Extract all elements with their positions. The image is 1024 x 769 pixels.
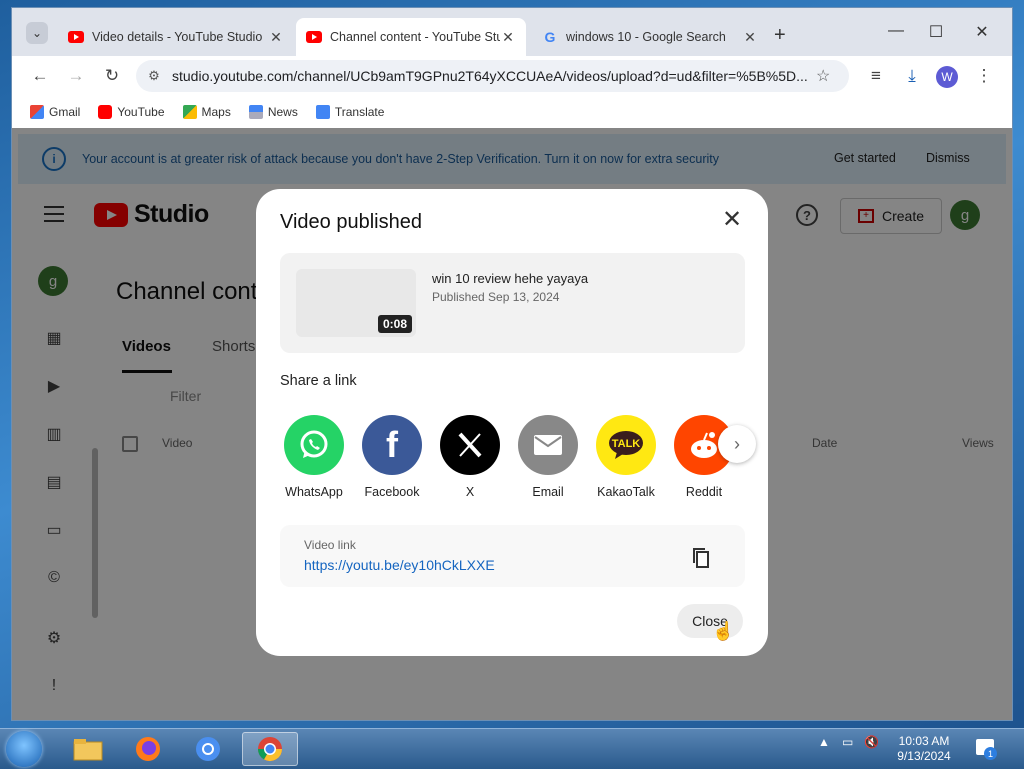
share-label: Email [532,485,564,499]
youtube-icon [98,105,113,119]
share-label: WhatsApp [285,485,343,499]
bookmark-gmail[interactable]: Gmail [30,105,80,119]
video-link-box: Video link https://youtu.be/ey10hCkLXXE [280,525,745,587]
translate-icon [315,105,330,119]
bookmark-translate[interactable]: Translate [315,105,385,119]
tab-google-search[interactable]: G windows 10 - Google Search ✕ [532,18,768,56]
tab-title: Video details - YouTube Studio [92,30,263,44]
taskbar: ▲ ▭ 🔇 10:03 AM 9/13/2024 1 [0,728,1024,769]
bookmark-label: Maps [201,105,231,119]
share-facebook-button[interactable]: f Facebook [354,415,430,499]
firefox-icon[interactable] [122,732,174,766]
tab-close-icon[interactable]: ✕ [268,29,284,46]
svg-text:TALK: TALK [612,438,641,450]
bookmarks-bar: Gmail YouTube Maps News Translate [12,96,1012,128]
bookmark-maps[interactable]: Maps [182,105,231,119]
dialog-title: Video published [280,211,422,233]
tab-close-icon[interactable]: ✕ [742,29,758,46]
hand-cursor-icon: ☝ [712,621,735,641]
bookmark-youtube[interactable]: YouTube [98,105,165,119]
media-controls-icon[interactable]: ≡ [864,64,888,88]
share-x-button[interactable]: X [432,415,508,499]
reload-icon[interactable]: ↻ [100,64,124,88]
copy-icon[interactable] [692,547,709,568]
start-button[interactable] [6,731,42,767]
bookmark-label: News [267,105,298,119]
tab-video-details[interactable]: Video details - YouTube Studio ✕ [58,18,294,56]
forward-arrow-icon[interactable]: → [64,64,88,88]
video-title: win 10 review hehe yayaya [432,271,589,286]
video-publish-date: Published Sep 13, 2024 [432,290,560,304]
share-email-button[interactable]: Email [510,415,586,499]
maps-icon [182,105,197,119]
bookmark-label: Translate [334,105,385,119]
share-label: X [465,485,475,499]
news-icon [248,105,263,119]
video-thumbnail[interactable]: 0:08 [296,269,416,337]
tab-title: Channel content - YouTube Studio [330,30,500,44]
share-next-chevron-icon[interactable]: › [718,425,756,463]
share-kakaotalk-button[interactable]: TALK KakaoTalk [588,415,664,499]
google-favicon-icon: G [544,29,556,45]
dialog-close-icon[interactable]: ✕ [722,208,742,232]
share-label: Facebook [364,485,420,499]
email-icon [518,415,578,475]
show-hidden-icons[interactable]: ▲ [818,735,830,749]
share-label: Reddit [685,485,723,499]
bookmark-star-icon[interactable]: ☆ [816,66,830,86]
close-window-icon[interactable]: ✕ [972,22,992,42]
profile-avatar[interactable]: W [936,66,958,88]
youtube-studio-favicon-icon [68,29,84,45]
facebook-icon: f [362,415,422,475]
minimize-icon[interactable]: — [886,22,906,40]
volume-muted-icon[interactable]: 🔇 [864,735,879,749]
notification-icon[interactable]: 1 [976,739,997,760]
network-icon[interactable]: ▭ [842,735,853,749]
site-info-icon[interactable]: ⚙ [144,68,164,84]
clock-date: 9/13/2024 [897,749,951,763]
system-clock[interactable]: 10:03 AM 9/13/2024 [888,734,960,764]
notification-count: 1 [984,747,997,760]
tab-channel-content[interactable]: Channel content - YouTube Studio ✕ [296,18,526,56]
clock-time: 10:03 AM [898,734,950,748]
download-icon[interactable]: ⤓ [900,64,924,88]
back-arrow-icon[interactable]: ← [28,64,52,88]
youtube-studio-favicon-icon [306,29,322,45]
share-whatsapp-button[interactable]: WhatsApp [276,415,352,499]
new-tab-button[interactable]: + [774,24,786,47]
tab-strip: ⌄ Video details - YouTube Studio ✕ Chann… [12,8,1012,56]
gmail-icon [30,105,44,119]
video-link-url[interactable]: https://youtu.be/ey10hCkLXXE [304,557,495,573]
file-explorer-icon[interactable] [62,732,114,766]
video-card: 0:08 win 10 review hehe yayaya Published… [280,253,745,353]
bookmark-news[interactable]: News [248,105,298,119]
video-duration: 0:08 [377,315,412,333]
video-published-dialog: Video published ✕ 0:08 win 10 review heh… [256,189,768,656]
video-link-label: Video link [304,538,356,552]
x-logo-icon [440,415,500,475]
menu-kebab-icon[interactable]: ⋮ [972,64,996,88]
share-label: KakaoTalk [597,485,655,499]
url-text[interactable]: studio.youtube.com/channel/UCb9amT9GPnu2… [172,68,812,84]
maximize-icon[interactable]: ☐ [926,22,946,42]
bookmark-label: YouTube [117,105,165,119]
tab-title: windows 10 - Google Search [566,30,726,44]
navigation-bar: ← → ↻ ⚙ studio.youtube.com/channel/UCb9a… [12,56,1012,96]
kakaotalk-icon: TALK [596,415,656,475]
share-heading: Share a link [280,373,357,389]
chromium-icon[interactable] [182,732,234,766]
tab-close-icon[interactable]: ✕ [500,29,516,46]
chrome-icon[interactable] [242,732,298,766]
whatsapp-icon [284,415,344,475]
bookmark-label: Gmail [49,105,81,119]
tab-search-button[interactable]: ⌄ [26,22,48,44]
address-bar[interactable]: ⚙ studio.youtube.com/channel/UCb9amT9GPn… [136,60,849,92]
